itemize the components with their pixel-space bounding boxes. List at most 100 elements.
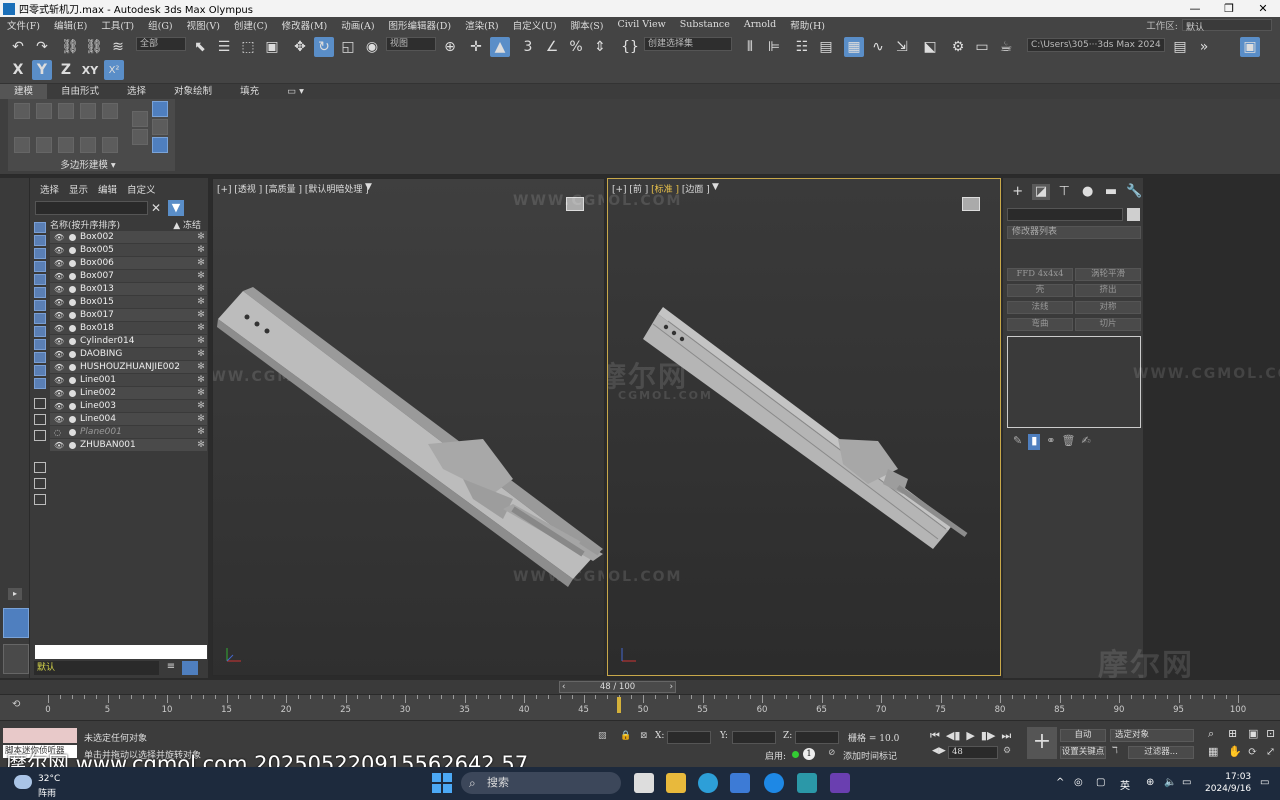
store-icon[interactable]	[730, 773, 750, 793]
app-taskbar-icon[interactable]	[830, 773, 850, 793]
visibility-eye-icon[interactable]: 👁	[54, 337, 66, 346]
object-row[interactable]: 👁 Box018 ✻	[50, 322, 207, 335]
filter-helpers-icon[interactable]	[34, 274, 46, 285]
filter-toggle-icon[interactable]	[34, 478, 46, 489]
explorer-search-input[interactable]	[35, 201, 148, 215]
filter-lights-icon[interactable]	[34, 248, 46, 259]
menu-views[interactable]: 视图(V)	[180, 18, 227, 32]
object-row[interactable]: 👁 Box007 ✻	[50, 270, 207, 283]
display-tab-icon[interactable]: ▬	[1102, 184, 1119, 200]
layer-explorer-icon[interactable]: ▤	[816, 37, 836, 57]
link-icon[interactable]: ⛓	[60, 37, 80, 57]
auto-key-button[interactable]: 自动	[1060, 729, 1106, 742]
ribbon-tool-b-icon[interactable]	[132, 129, 148, 145]
time-tag-icon[interactable]: ⊘	[828, 748, 836, 758]
border-mode-icon[interactable]	[58, 103, 74, 119]
preserve-uvs-icon[interactable]	[102, 137, 118, 153]
object-name-field[interactable]	[1007, 208, 1123, 221]
sync-selection-icon[interactable]	[34, 462, 46, 473]
object-row[interactable]: 👁 Box017 ✻	[50, 309, 207, 322]
freeze-icon[interactable]: ✻	[195, 349, 207, 359]
axis-xy-button[interactable]: XY	[80, 60, 100, 80]
ribbon-toggle-icon[interactable]: ▦	[844, 37, 864, 57]
toolbar-overflow-icon[interactable]: »	[1194, 37, 1214, 57]
ie-icon[interactable]	[764, 773, 784, 793]
freeze-icon[interactable]: ✻	[195, 323, 207, 333]
visibility-eye-icon[interactable]: 👁	[54, 272, 66, 281]
keyboard-shortcut-toggle-icon[interactable]: ▲	[490, 37, 510, 57]
object-row[interactable]: 👁 Line004 ✻	[50, 413, 207, 426]
show-end-result-icon[interactable]	[58, 137, 74, 153]
ribbon-panel-caption[interactable]: 多边形建模 ▾	[8, 157, 168, 171]
freeze-icon[interactable]: ✻	[195, 245, 207, 255]
menu-edit[interactable]: 编辑(E)	[47, 18, 94, 32]
field-of-view-icon[interactable]: ▦	[1208, 745, 1218, 758]
object-row[interactable]: 👁 Box006 ✻	[50, 257, 207, 270]
add-time-tag-text[interactable]: 添加时间标记	[843, 749, 897, 762]
info-icon[interactable]: 1	[803, 748, 815, 760]
axis-y-button[interactable]: Y	[32, 60, 52, 80]
object-row[interactable]: ◌ Plane001 ✻	[50, 426, 207, 439]
filter-spacewarps-icon[interactable]	[34, 287, 46, 298]
enabled-indicator-icon[interactable]	[792, 751, 799, 758]
freeze-icon[interactable]: ✻	[195, 440, 207, 450]
current-frame-field[interactable]: 48	[948, 746, 998, 759]
scale-icon[interactable]: ◱	[338, 37, 358, 57]
object-row[interactable]: 👁 Box002 ✻	[50, 231, 207, 244]
project-path-field[interactable]: C:\Users\305···3ds Max 2024	[1027, 38, 1165, 52]
rect-selection-icon[interactable]: ⬚	[238, 37, 258, 57]
viewport-front[interactable]: [+] [前 ] [标准 ] [边面 ] ▼ WWW.CGMOL.COM WWW…	[607, 178, 1001, 676]
key-filters-button[interactable]: 过滤器...	[1128, 746, 1194, 759]
layer-toggle-icon[interactable]	[182, 661, 198, 675]
object-row[interactable]: 👁 ZHUBAN001 ✻	[50, 439, 207, 452]
percent-snap-icon[interactable]: %	[566, 37, 586, 57]
unlink-icon[interactable]: ⛓	[84, 37, 104, 57]
align-icon[interactable]: ⊫	[764, 37, 784, 57]
make-unique-icon[interactable]: ⚭	[1046, 434, 1055, 450]
visibility-eye-icon[interactable]: 👁	[54, 285, 66, 294]
menu-tools[interactable]: 工具(T)	[94, 18, 141, 32]
explorer-options-icon[interactable]	[34, 494, 46, 505]
orbit-icon[interactable]: ⟳	[1248, 745, 1257, 758]
pan-icon[interactable]: ✋	[1228, 745, 1242, 758]
explorer-tab-display[interactable]: 显示	[69, 182, 88, 196]
track-bar[interactable]: ⟲ 0 5 10 15 20 25 30 35 40 45 50 55 60 65 70 75 80 85 90 95…	[0, 694, 1280, 720]
undo-icon[interactable]: ↶	[8, 37, 28, 57]
object-color-swatch[interactable]	[1127, 208, 1140, 221]
3dsmax-taskbar-icon[interactable]	[797, 773, 817, 793]
freeze-icon[interactable]: ✻	[195, 414, 207, 424]
isolate-icon[interactable]: ▨	[598, 731, 607, 741]
freeze-icon[interactable]: ✻	[195, 336, 207, 346]
modifier-button-ffd[interactable]: FFD 4x4x4	[1007, 268, 1073, 281]
named-selection-set-select[interactable]: 创建选择集	[644, 37, 732, 51]
collapse-stack-icon[interactable]	[80, 137, 96, 153]
filter-icon[interactable]: ▼	[168, 200, 184, 216]
axis-z-button[interactable]: Z	[56, 60, 76, 80]
workspace-layout-icon[interactable]: ▣	[1240, 37, 1260, 57]
scene-explorer-icon[interactable]: ☷	[792, 37, 812, 57]
object-row[interactable]: 👁 Line001 ✻	[50, 374, 207, 387]
object-row[interactable]: 👁 Line002 ✻	[50, 387, 207, 400]
explorer-tab-select[interactable]: 选择	[40, 182, 59, 196]
window-crossing-icon[interactable]: ▣	[262, 37, 282, 57]
modifier-list-select[interactable]: 修改器列表	[1007, 226, 1141, 239]
volume-icon[interactable]: 🔈	[1164, 777, 1176, 788]
modifier-button-normal[interactable]: 法线	[1007, 301, 1073, 314]
freeze-icon[interactable]: ✻	[195, 401, 207, 411]
taskbar-search-input[interactable]: ⌕ 搜索	[461, 772, 621, 794]
time-slider-handle[interactable]: ‹ 48 / 100 ›	[559, 681, 676, 693]
hierarchy-tab-icon[interactable]: ⊤	[1056, 184, 1073, 200]
modify-mode-icon[interactable]	[14, 137, 30, 153]
bind-space-warp-icon[interactable]: ≋	[108, 37, 128, 57]
reference-coord-select[interactable]: 视图	[386, 37, 436, 51]
motion-tab-icon[interactable]: ●	[1079, 184, 1096, 200]
object-row[interactable]: 👁 Line003 ✻	[50, 400, 207, 413]
visibility-eye-icon[interactable]: 👁	[54, 376, 66, 385]
network-icon[interactable]: ⊕	[1146, 777, 1154, 788]
axis-constraint-toggle-icon[interactable]: X²	[104, 60, 124, 80]
modifier-button-shell[interactable]: 壳	[1007, 284, 1073, 297]
key-mode-icon[interactable]: ◀▶	[932, 746, 946, 756]
freeze-icon[interactable]: ✻	[195, 297, 207, 307]
start-button-icon[interactable]	[432, 773, 452, 793]
zoom-icon[interactable]: ⌕	[1208, 727, 1214, 741]
